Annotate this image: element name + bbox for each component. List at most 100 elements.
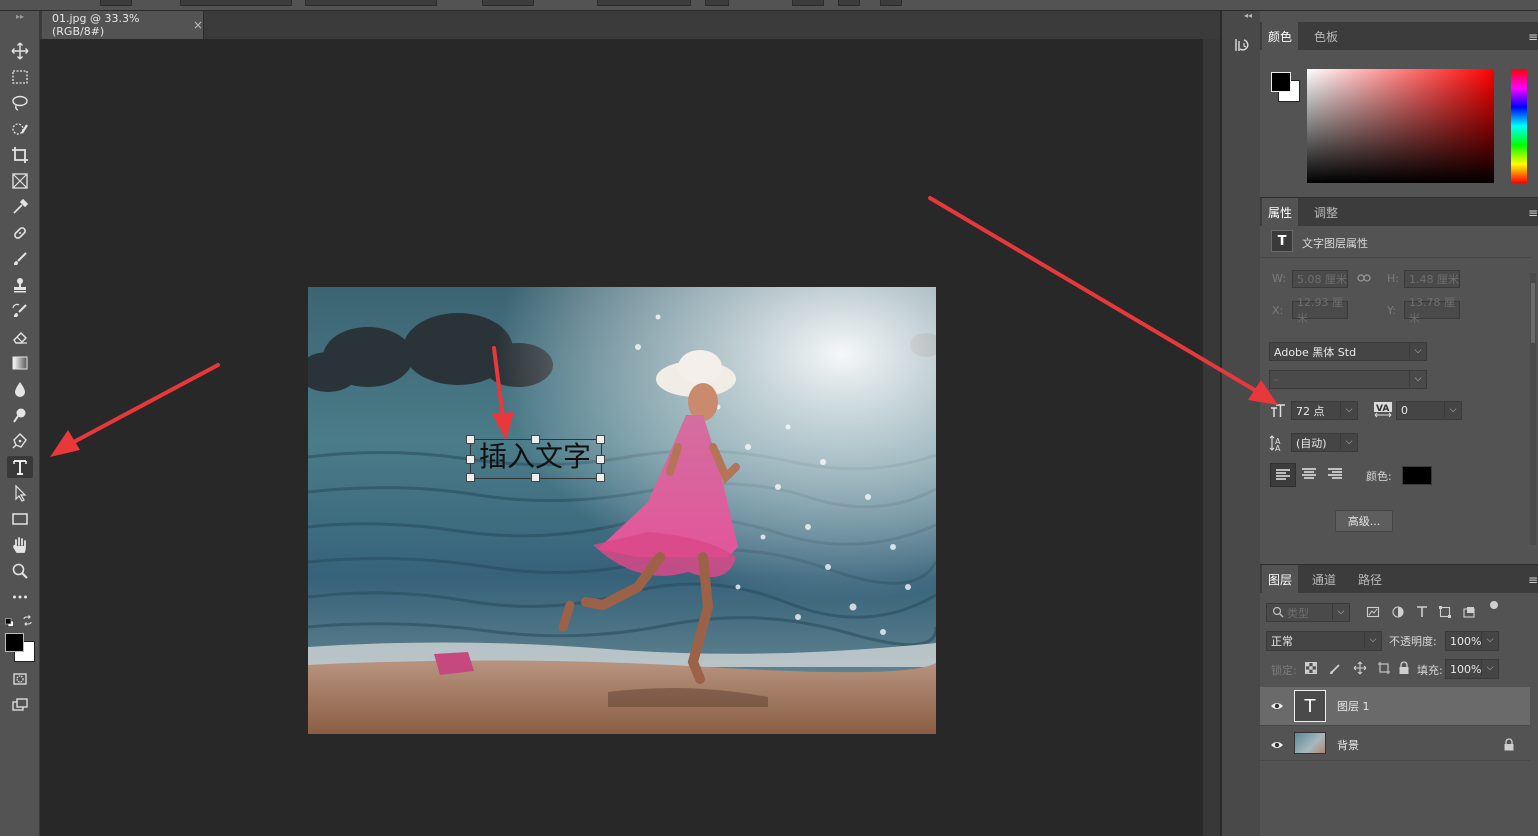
tab-channels[interactable]: 通道 xyxy=(1302,565,1346,593)
chevron-down-icon[interactable]: ⌵ xyxy=(1409,371,1426,387)
height-field[interactable]: 1.48 厘米 xyxy=(1404,270,1460,288)
tab-layers[interactable]: 图层 xyxy=(1262,565,1298,593)
options-chip[interactable] xyxy=(880,0,902,6)
default-colors-icon[interactable] xyxy=(5,616,14,627)
panel-collapse-icon[interactable]: ▸▸ xyxy=(7,12,33,21)
options-chip[interactable] xyxy=(792,0,824,6)
text-color-swatch[interactable] xyxy=(1402,466,1432,485)
tab-adjustments[interactable]: 调整 xyxy=(1302,198,1350,226)
chevron-down-icon[interactable]: ⌵ xyxy=(1340,402,1357,418)
visibility-eye-icon[interactable] xyxy=(1270,738,1284,752)
properties-scrollbar[interactable] xyxy=(1530,273,1536,545)
lock-position-icon[interactable] xyxy=(1353,661,1367,675)
fill-field[interactable]: 100% ⌵ xyxy=(1445,659,1499,679)
hand-icon[interactable] xyxy=(7,534,33,556)
layer-filter-select[interactable]: 类型 ⌵ xyxy=(1266,603,1350,622)
foreground-color-swatch[interactable] xyxy=(5,633,24,652)
leading-field[interactable]: (自动) ⌵ xyxy=(1291,433,1358,452)
align-left-button[interactable] xyxy=(1270,463,1296,487)
advanced-button[interactable]: 高级... xyxy=(1335,510,1393,532)
move-icon[interactable] xyxy=(7,40,33,62)
tab-color[interactable]: 颜色 xyxy=(1262,22,1298,50)
lasso-icon[interactable] xyxy=(7,92,33,114)
align-center-button[interactable] xyxy=(1297,463,1321,487)
filter-smart-object-icon[interactable] xyxy=(1462,605,1476,619)
tab-properties[interactable]: 属性 xyxy=(1262,198,1298,226)
filter-toggle-icon[interactable] xyxy=(1490,601,1498,609)
blur-icon[interactable] xyxy=(7,378,33,400)
link-icon[interactable] xyxy=(1357,271,1371,285)
document-image[interactable]: 插入文字 xyxy=(308,287,936,734)
history-brush-icon[interactable] xyxy=(7,300,33,322)
font-size-field[interactable]: 72 点 ⌵ xyxy=(1291,401,1358,420)
eyedropper-icon[interactable] xyxy=(7,196,33,218)
blend-mode-select[interactable]: 正常 ⌵ xyxy=(1266,631,1382,651)
brush-icon[interactable] xyxy=(7,248,33,270)
lock-artboard-icon[interactable] xyxy=(1377,661,1391,675)
chevron-down-icon[interactable]: ⌵ xyxy=(1340,434,1357,450)
chevron-down-icon[interactable]: ⌵ xyxy=(1364,632,1381,648)
font-family-select[interactable]: Adobe 黑体 Std ⌵ xyxy=(1269,342,1427,361)
more-icon[interactable] xyxy=(7,586,33,608)
lock-all-icon[interactable] xyxy=(1398,661,1410,675)
gradient-icon[interactable] xyxy=(7,352,33,374)
path-select-icon[interactable] xyxy=(7,482,33,504)
lock-icon[interactable] xyxy=(1503,738,1515,751)
options-chip[interactable] xyxy=(482,0,534,6)
panel-menu-icon[interactable]: ≡ xyxy=(1528,206,1538,220)
options-chip[interactable] xyxy=(305,0,437,6)
filter-pixel-icon[interactable] xyxy=(1366,605,1380,619)
frame-icon[interactable] xyxy=(7,170,33,192)
inserted-text-layer[interactable]: 插入文字 xyxy=(470,437,600,477)
options-chip[interactable] xyxy=(838,0,860,6)
color-foreground-swatch[interactable] xyxy=(1271,72,1291,92)
align-right-button[interactable] xyxy=(1323,463,1347,487)
canvas-scrollbar[interactable] xyxy=(1203,39,1220,836)
swap-colors-icon[interactable] xyxy=(22,615,33,626)
dodge-icon[interactable] xyxy=(7,404,33,426)
chevron-down-icon[interactable]: ⌵ xyxy=(1332,604,1349,620)
width-field[interactable]: 5.08 厘米 xyxy=(1292,270,1348,288)
eraser-icon[interactable] xyxy=(7,326,33,348)
stamp-icon[interactable] xyxy=(7,274,33,296)
filter-shape-icon[interactable] xyxy=(1438,605,1452,619)
type-icon[interactable] xyxy=(7,456,33,478)
tab-paths[interactable]: 路径 xyxy=(1348,565,1392,593)
chevron-down-icon[interactable]: ⌵ xyxy=(1444,402,1461,418)
options-chip[interactable] xyxy=(597,0,691,6)
marquee-icon[interactable] xyxy=(7,66,33,88)
panel-menu-icon[interactable]: ≡ xyxy=(1528,573,1538,587)
rectangle-icon[interactable] xyxy=(7,508,33,530)
tracking-field[interactable]: 0 ⌵ xyxy=(1396,401,1462,420)
healing-icon[interactable] xyxy=(7,222,33,244)
options-chip[interactable] xyxy=(180,0,292,6)
panel-menu-icon[interactable]: ≡ xyxy=(1528,30,1538,44)
quick-select-icon[interactable] xyxy=(7,118,33,140)
options-chip[interactable] xyxy=(705,0,729,6)
quick-mask-icon[interactable] xyxy=(7,668,33,690)
color-field[interactable] xyxy=(1307,69,1494,183)
history-panel-icon[interactable] xyxy=(1234,37,1250,53)
crop-icon[interactable] xyxy=(7,144,33,166)
font-style-select[interactable]: - ⌵ xyxy=(1269,370,1427,389)
chevron-down-icon[interactable]: ⌵ xyxy=(1481,632,1498,648)
document-tab[interactable]: 01.jpg @ 33.3%(RGB/8#) × xyxy=(42,11,204,39)
layer-row[interactable]: 背景 xyxy=(1260,726,1530,764)
y-field[interactable]: 13.78 厘米 xyxy=(1404,296,1460,325)
hue-slider[interactable] xyxy=(1511,69,1527,183)
expand-panels-icon[interactable]: ◂◂ xyxy=(1244,11,1252,20)
filter-type-icon[interactable] xyxy=(1415,605,1429,619)
pen-icon[interactable] xyxy=(7,430,33,452)
opacity-field[interactable]: 100% ⌵ xyxy=(1445,631,1499,651)
layer-row[interactable]: T 图层 1 xyxy=(1260,687,1530,725)
close-icon[interactable]: × xyxy=(193,18,203,32)
options-chip[interactable] xyxy=(100,0,132,6)
zoom-icon[interactable] xyxy=(7,560,33,582)
chevron-down-icon[interactable]: ⌵ xyxy=(1409,343,1426,359)
x-field[interactable]: 12.93 厘米 xyxy=(1292,296,1348,325)
screen-mode-icon[interactable] xyxy=(7,694,33,716)
chevron-down-icon[interactable]: ⌵ xyxy=(1481,660,1498,676)
lock-transparent-icon[interactable] xyxy=(1305,662,1317,674)
lock-pixels-icon[interactable] xyxy=(1329,661,1343,675)
visibility-eye-icon[interactable] xyxy=(1270,699,1284,713)
